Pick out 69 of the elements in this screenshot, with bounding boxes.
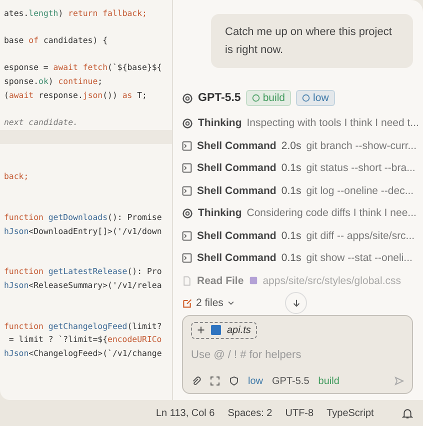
activity-label: Thinking (198, 207, 242, 220)
bell-icon[interactable] (402, 408, 413, 418)
typescript-file-icon (211, 325, 221, 336)
composer-chip[interactable]: low (248, 376, 264, 387)
language-mode[interactable]: TypeScript (326, 408, 374, 418)
code-line: hJson<ReleaseSummary>('/v1/relea (3, 280, 163, 292)
code-line: next candidate. (3, 116, 79, 129)
indentation[interactable]: Spaces: 2 (228, 408, 272, 418)
code-line: esponse = await fetch(`${base}${ (3, 62, 163, 74)
activity-duration: 2.0s (281, 140, 302, 152)
model-icon (182, 92, 193, 104)
code-line: ates.length) return fallback; (3, 8, 148, 20)
attachment-chip[interactable]: api.ts (191, 322, 257, 339)
paperclip-icon[interactable] (191, 376, 201, 386)
arrow-down-icon (292, 298, 300, 308)
activity-detail: git status --short --bra... (306, 162, 416, 174)
terminal-icon (182, 140, 192, 151)
plus-icon (197, 326, 205, 334)
code-line: function getLatestRelease(): Pro (3, 266, 163, 278)
gear-icon (182, 208, 193, 219)
shield-icon[interactable] (229, 376, 239, 386)
activity-label: Read File (197, 274, 244, 287)
scroll-down-button[interactable] (285, 292, 307, 314)
activity-detail: git branch --show-curr... (306, 140, 417, 152)
activity-duration: 0.1s (281, 230, 302, 242)
gear-icon (182, 118, 193, 129)
activity-duration: 0.1s (281, 252, 302, 264)
activity-duration: 0.1s (281, 162, 302, 174)
attachment-name: api.ts (227, 324, 251, 336)
terminal-icon (182, 230, 192, 241)
caret-icon (227, 298, 236, 307)
code-line: back; (3, 171, 30, 184)
terminal-icon (182, 186, 192, 196)
code-line: hJson<ChangelogFeed>(`/v1/change (3, 348, 163, 360)
activity-label: Shell Command (197, 140, 276, 152)
code-line: base of candidates) { (3, 35, 109, 48)
message-input[interactable]: Use @ / ! # for helpers (191, 348, 404, 361)
document-icon (182, 276, 192, 286)
expand-icon[interactable] (210, 376, 220, 386)
model-name: GPT-5.5 (198, 92, 241, 104)
activity-detail: apps/site/src/styles/global.css (262, 274, 401, 287)
code-line: sponse.ok) continue; (3, 76, 104, 88)
composer-chip[interactable]: GPT-5.5 (272, 376, 310, 387)
activity-detail: Considering code diffs I think I nee... (246, 207, 416, 220)
activity-label: Shell Command (197, 162, 276, 174)
encoding[interactable]: UTF-8 (285, 408, 314, 418)
terminal-icon (182, 163, 192, 174)
activity-label: Shell Command (197, 252, 276, 264)
activity-label: Shell Command (197, 230, 276, 242)
activity-label: Thinking (198, 117, 242, 130)
activity-duration: 0.1s (281, 184, 302, 197)
code-line: (await response.json()) as T; (3, 90, 148, 102)
files-toggle[interactable]: 2 files (196, 296, 224, 309)
activity-label: Shell Command (197, 184, 276, 197)
activity-detail: git show --stat --oneli... (306, 252, 412, 264)
activity-detail: git log --oneline --dec... (306, 184, 414, 197)
mode-tag: build (246, 90, 292, 106)
code-line: hJson<DownloadEntry[]>('/v1/down (3, 226, 163, 238)
user-message: Catch me up on where this project is right now. (211, 14, 413, 68)
cursor-position[interactable]: Ln 113, Col 6 (156, 408, 215, 418)
terminal-icon (182, 253, 192, 264)
activity-detail: Inspecting with tools I think I need t... (246, 117, 419, 130)
css-file-icon (248, 276, 258, 286)
activity-detail: git diff -- apps/site/src... (306, 230, 415, 242)
edit-file-icon (182, 298, 192, 308)
code-line: = limit ? `?limit=${encodeURICo (8, 334, 163, 346)
code-line: function getDownloads(): Promise (3, 212, 163, 224)
mode-tag: low (296, 90, 335, 106)
code-line: function getChangelogFeed(limit? (3, 320, 163, 333)
